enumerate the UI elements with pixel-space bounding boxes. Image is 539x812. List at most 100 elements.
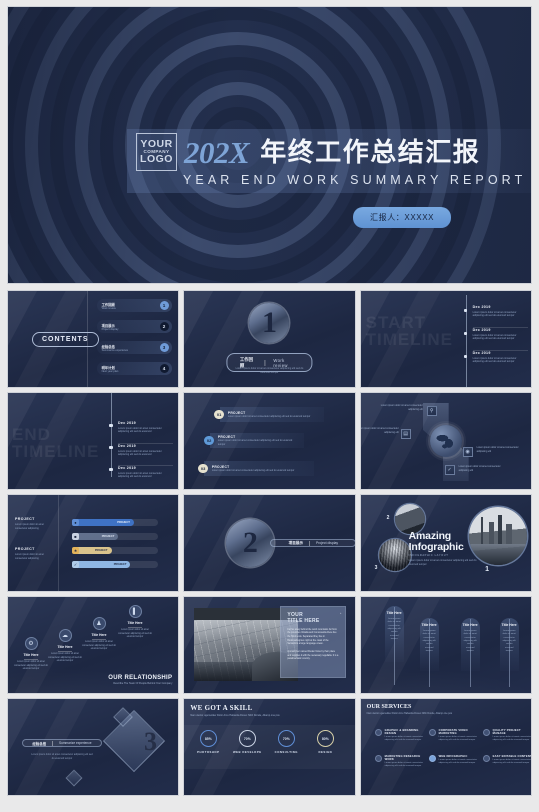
skill-ring-2: 70% [238,730,256,747]
timeline-entry-2: Dec 2019 Lorem ipsum dolor sit amet cons… [473,328,528,341]
photo-panel-para-2: A small river named Duden flows by their… [287,650,339,661]
slide-contents[interactable]: CONTENTS 工作回顾 Work review 1 项目展示 Project… [7,290,180,388]
slide-section-2[interactable]: 2 项目展示 Project display [183,494,356,592]
services-sub: Nam dector ugemetiker Dolor Arcu Habanit… [366,712,453,715]
slide-globe-infographic[interactable]: ⚲ Lorem ipsum dolor sit amet consectetur… [359,392,532,490]
service-item-1[interactable]: GRAPHIC & BRANDING DESIGN Lorem ipsum do… [374,729,427,743]
service-item-5[interactable]: WEB INFOGRAPHIC Lorem ipsum dolor sit am… [428,755,481,766]
divider [58,650,72,652]
project-body-3: PROJECT Lorem ipsum dolor sit amet conse… [203,461,314,476]
relationship-content: ⚙ Title Here Lorem ipsum dolor sit amet … [8,597,178,693]
divider [92,638,106,640]
section1-number: 1 [261,306,277,339]
timeline-node-1 [463,309,468,313]
pillar-title-1: Title Here [386,611,402,615]
infographic-body: Lorem ipsum dolor sit amet consectetur a… [408,559,477,566]
timeline-date-3: Dec 2019 [118,466,136,470]
timeline-entry-1: Dec 2019 Lorem ipsum dolor sit amet cons… [118,421,173,434]
slide-progress-bars[interactable]: PROJECT Lorem ipsum dolor sit amet conse… [7,494,180,592]
slide-project-list[interactable]: 01 PROJECT Lorem ipsum dolor sit amet co… [183,392,356,490]
section2-pill: 项目展示 Project display [270,539,355,547]
timeline-text-2: Lorem ipsum dolor sit amet consectetur a… [472,333,517,341]
timeline-date-3: Dec 2019 [472,351,491,355]
service-item-2[interactable]: CORPORATE VIDEO MARKETING Lorem ipsum do… [428,729,481,743]
progress-bar-4[interactable]: PROJECT ✓ [72,561,158,568]
infographic-title-block: Amazing Infographic INFOGRAPHIC LAYOUT L… [408,530,479,567]
globe-callout-1: Lorem ipsum dolor sit amet consectetur a… [380,404,423,411]
timeline-date-1: Dec 2019 [118,421,136,425]
section1-circle: 1 [249,303,290,343]
section2-cn: 项目展示 [288,540,303,545]
toc-item-1[interactable]: 工作回顾 Work review 1 [96,299,172,312]
project-row-1[interactable]: 01 PROJECT Lorem ipsum dolor sit amet co… [214,407,324,422]
pillar-2[interactable]: Title Here Lorem ipsum dolor sit amet co… [419,618,439,671]
skill-label-1: PHOTOSHOP [197,749,220,754]
service-item-6[interactable]: EASY EDITABLE CONTENT Lorem ipsum dolor … [482,755,531,766]
progress-block-title-1: PROJECT [15,517,35,521]
photo-panel-title-2: TITLE HERE [287,617,320,624]
pillar-text-2: Lorem ipsum dolor sit amet consectetur a… [422,630,436,652]
slide-start-timeline[interactable]: START TIMELINE Dec 2019 Lorem ipsum dolo… [359,290,532,388]
slide-our-relationship[interactable]: ⚙ Title Here Lorem ipsum dolor sit amet … [7,596,180,694]
service-text-block-4: MARKETING RESEARCH WORK Lorem ipsum dolo… [385,755,427,769]
slide-amazing-infographic[interactable]: 1 2 3 Amazing Infographic INFOGRAPHIC LA… [359,494,532,592]
slide-section-1[interactable]: 1 工作回顾 Work review Lorem ipsum dolor sit… [183,290,356,388]
progress-bar-1[interactable]: PROJECT ● [72,519,158,526]
slide-skills[interactable]: WE GOT A SKILL Nam dector ugemetiker Dol… [183,698,356,796]
toc-item-4[interactable]: 明年计划 Next year plan 4 [96,362,172,375]
project-badge-1: 01 [214,409,224,420]
pillar-3[interactable]: Title Here Lorem ipsum dolor sit amet co… [460,618,480,671]
skill-item-1: 85% PHOTOSHOP [191,730,225,754]
skill-label-3: CONSULTING [274,749,298,754]
section1-en: Work review [273,357,288,368]
infographic-content: 1 2 3 Amazing Infographic INFOGRAPHIC LA… [361,495,531,591]
pillar-4[interactable]: Title Here Lorem ipsum dolor sit amet co… [499,618,519,671]
slide-section-3[interactable]: 3 经验总结 Summarize experience Lorem ipsum … [7,698,180,796]
skill-item-3: 70% CONSULTING [269,730,303,754]
services-heading: OUR SERVICES [366,704,412,710]
timeline-date-1: Dec 2019 [472,305,491,309]
skill-ring-1: 85% [199,730,217,747]
pillar-title-2: Title Here [421,623,437,627]
section2-circle: 2 [226,519,275,567]
progress-bar-2[interactable]: PROJECT ■ [72,533,158,540]
timeline-entry-3: Dec 2019 Lorem ipsum dolor sit amet cons… [118,466,173,479]
toc-num-3: 3 [159,343,169,352]
photo-panel-content: + YOUR TITLE HERE Far far away behind th… [184,597,354,693]
contents-content: CONTENTS 工作回顾 Work review 1 项目展示 Project… [8,291,178,387]
relationship-text-2: Lorem ipsum dolor sit amet consectetur a… [48,653,82,663]
plus-icon[interactable]: + [340,613,341,617]
toc-en-1: Work review [101,306,116,310]
skill-ring-4: 80% [316,730,334,747]
hero-title-row: YOUR COMPANY LOGO 202X 年终工作总结汇报 [136,129,531,175]
services-content: OUR SERVICES Nam dector ugemetiker Dolor… [361,699,531,795]
ghost-text-start-2: TIMELINE [365,330,453,349]
progress-bar-3[interactable]: PROJECT ★ [72,547,158,554]
slide-photo-panel[interactable]: + YOUR TITLE HERE Far far away behind th… [183,596,356,694]
toc-item-3[interactable]: 经验总结 Summarize experience 3 [96,341,172,354]
project-row-2[interactable]: 02 PROJECT Lorem ipsum dolor sit amet co… [204,433,304,448]
service-title-5: WEB INFOGRAPHIC [438,755,468,758]
relationship-text-3: Lorem ipsum dolor sit amet consectetur a… [82,641,116,651]
search-icon: ⚲ [426,406,437,416]
section3-cn: 经验总结 [32,741,46,746]
user-icon: ♟ [92,617,106,630]
slide-pillars[interactable]: Title Here Lorem ipsum dolor sit amet co… [359,596,532,694]
service-text-block-1: GRAPHIC & BRANDING DESIGN Lorem ipsum do… [385,729,427,743]
service-text-block-5: WEB INFOGRAPHIC Lorem ipsum dolor sit am… [439,755,481,766]
section2-en: Project display [315,541,339,545]
slide-end-timeline[interactable]: END TIMELINE Dec 2019 Lorem ipsum dolor … [7,392,180,490]
relationship-sub: Describe The Team Of People Behind Your … [113,682,173,685]
project-row-3[interactable]: 03 PROJECT Lorem ipsum dolor sit amet co… [198,461,314,476]
timeline-text-3: Lorem ipsum dolor sit amet consectetur a… [472,356,517,364]
service-item-4[interactable]: MARKETING RESEARCH WORK Lorem ipsum dolo… [374,755,427,769]
toc-en-3: Summarize experience [101,348,129,352]
toc-cn-1: 工作回顾 [101,302,115,307]
company-logo: YOUR COMPANY LOGO [136,133,177,171]
pillar-1[interactable]: Title Here Lorem ipsum dolor sit amet co… [384,606,404,662]
toc-item-2[interactable]: 项目展示 Project display 2 [96,320,172,333]
slide-our-services[interactable]: OUR SERVICES Nam dector ugemetiker Dolor… [359,698,532,796]
toc-text-4: 明年计划 Next year plan [102,365,119,373]
service-item-3[interactable]: QUALITY PROJECT MANAGE Lorem ipsum dolor… [482,729,531,743]
check-icon: ✓ [444,465,455,475]
